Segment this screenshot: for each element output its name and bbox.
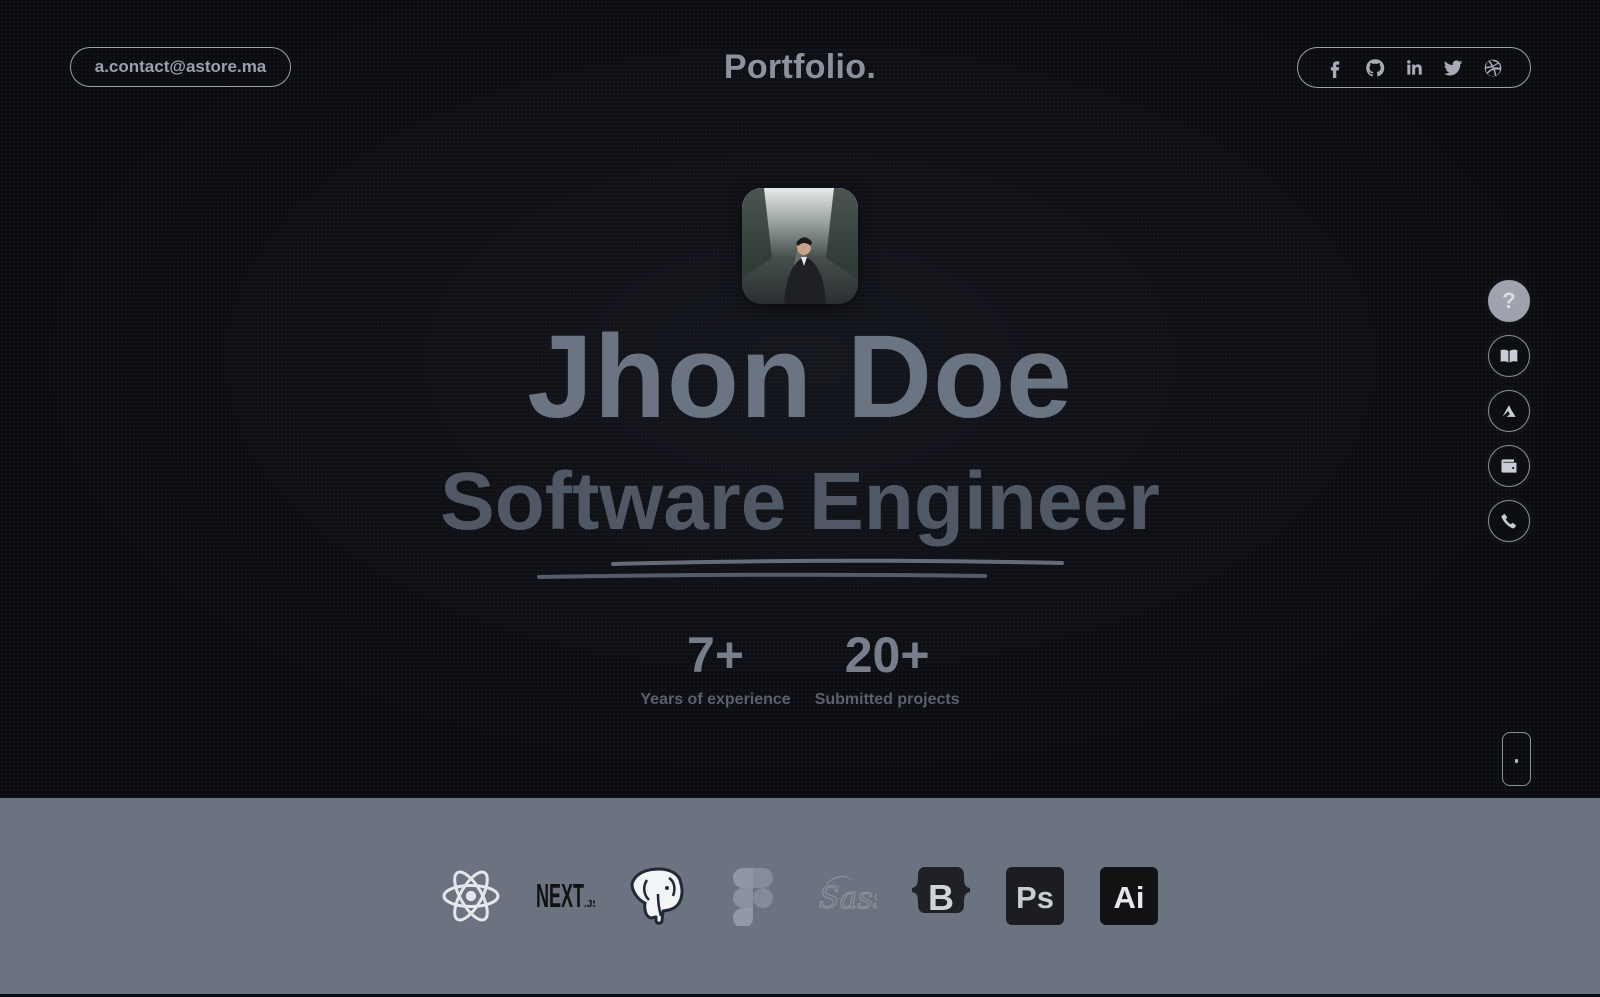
illustrator-label: Ai (1114, 880, 1145, 915)
side-nav-portfolio[interactable] (1488, 390, 1530, 432)
stat-experience: 7+ Years of experience (640, 630, 790, 709)
stat-value: 7+ (687, 627, 745, 683)
bootstrap-icon: B (911, 866, 971, 926)
tech-stack-strip: NEXT .JS Sass (0, 798, 1600, 994)
phone-icon (1501, 514, 1516, 529)
hero-role: Software Engineer (440, 456, 1160, 547)
postgresql-icon (629, 866, 689, 926)
nextjs-icon: NEXT .JS (535, 866, 595, 926)
side-nav-about[interactable]: ? (1488, 280, 1530, 322)
stat-projects: 20+ Submitted projects (815, 630, 960, 709)
nextjs-label: NEXT (536, 877, 584, 914)
stat-label: Submitted projects (814, 691, 960, 708)
avatar (742, 188, 858, 304)
nextjs-sub-label: .JS (584, 899, 595, 910)
side-nav: ? (1488, 280, 1532, 555)
side-nav-resume[interactable] (1488, 335, 1530, 377)
stat-value: 20+ (844, 627, 930, 683)
sass-label: Sass (819, 881, 877, 916)
illustrator-icon: Ai (1099, 866, 1159, 926)
stat-label: Years of experience (640, 691, 791, 708)
send-icon (1502, 405, 1516, 417)
underline-decoration (537, 558, 1064, 579)
sass-icon: Sass (817, 866, 877, 926)
side-nav-services[interactable] (1488, 445, 1530, 487)
twitter-icon[interactable] (1441, 56, 1465, 80)
social-links (1297, 47, 1531, 88)
hero-section: a.contact@astore.ma Portfolio. Jhon Doe … (0, 0, 1600, 798)
linkedin-icon[interactable] (1402, 56, 1426, 80)
react-icon (441, 866, 501, 926)
dribbble-icon[interactable] (1481, 56, 1505, 80)
photoshop-icon: Ps (1005, 866, 1065, 926)
side-nav-contact[interactable] (1488, 500, 1530, 542)
stats: 7+ Years of experience 20+ Submitted pro… (0, 630, 1600, 709)
book-icon (1500, 349, 1518, 363)
question-icon: ? (1502, 288, 1516, 313)
bootstrap-label: B (928, 877, 954, 918)
hero-name: Jhon Doe (527, 311, 1073, 443)
photoshop-label: Ps (1016, 880, 1054, 915)
wallet-icon (1501, 459, 1517, 473)
scroll-indicator[interactable] (1502, 732, 1531, 786)
figma-icon (723, 866, 783, 926)
facebook-icon[interactable] (1323, 56, 1347, 80)
github-icon[interactable] (1363, 56, 1387, 80)
